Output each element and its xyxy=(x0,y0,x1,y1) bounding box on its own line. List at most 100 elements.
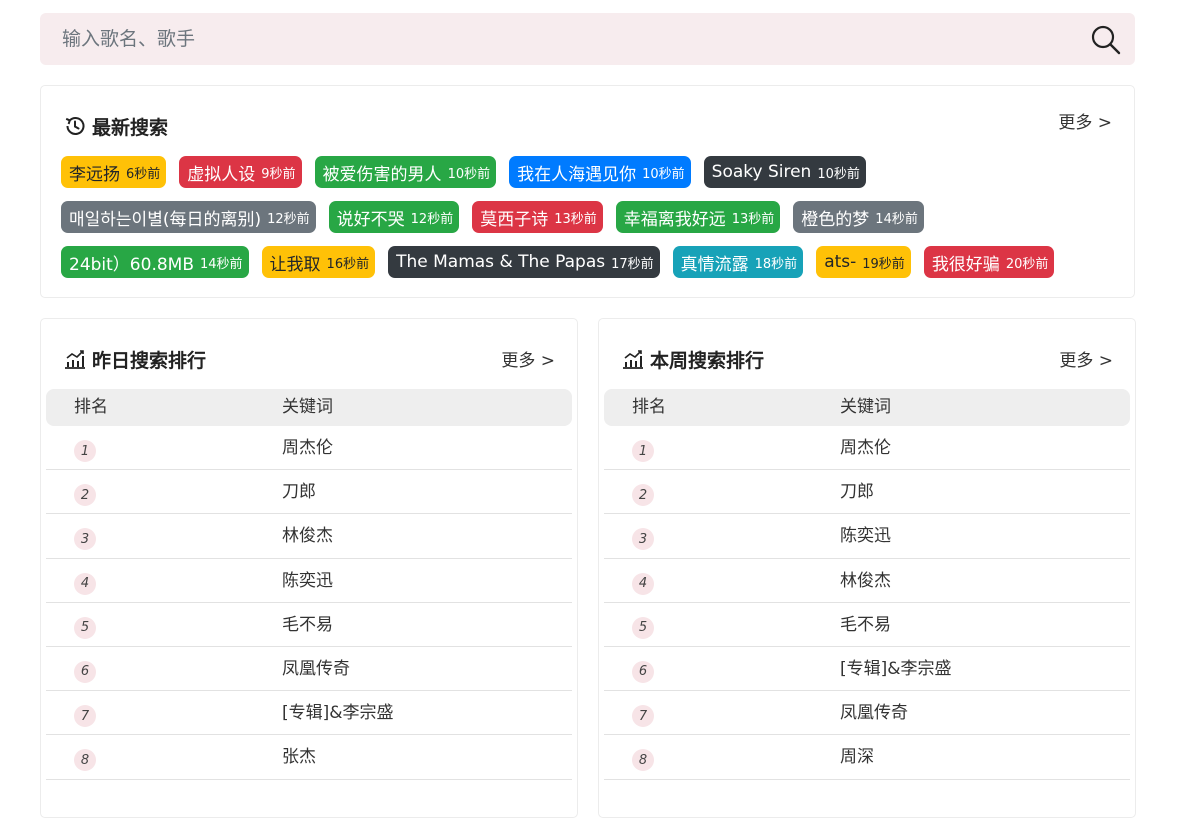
rank-keyword[interactable]: 凤凰传奇 xyxy=(840,691,908,735)
rank-keyword[interactable]: 陈奕迅 xyxy=(282,559,333,603)
tag-time: 19秒前 xyxy=(862,256,905,272)
history-icon xyxy=(63,114,87,138)
table-row: 3 陈奕迅 xyxy=(604,514,1130,559)
recent-search-card: 最新搜索 更多 > 李远扬 6秒前 虚拟人设 9秒前 被爱伤害的男人 10秒前 我在人海遇见… xyxy=(40,85,1135,298)
search-icon xyxy=(1091,25,1121,55)
rank-keyword[interactable]: [专辑]&李宗盛 xyxy=(840,647,952,691)
week-rank-table: 排名 关键词 1 周杰伦 2 刀郎 3 陈奕迅 4 林俊杰 5 毛不易 6 [专辑]&李宗盛 7 凤凰传奇… xyxy=(604,389,1130,780)
tag-time: 12秒前 xyxy=(267,211,310,227)
recent-more-link[interactable]: 更多 > xyxy=(1058,108,1112,133)
recent-search-tag[interactable]: 真情流露 18秒前 xyxy=(672,246,804,278)
rank-keyword[interactable]: [专辑]&李宗盛 xyxy=(282,691,394,735)
recent-search-header: 最新搜索 xyxy=(63,113,168,139)
tag-keyword: 我很好骗 xyxy=(931,254,1000,275)
table-row: 6 [专辑]&李宗盛 xyxy=(604,647,1130,692)
rank-number-badge: 4 xyxy=(632,572,654,595)
yesterday-more-link[interactable]: 更多 > xyxy=(501,346,555,371)
table-row: 7 凤凰传奇 xyxy=(604,691,1130,736)
tag-time: 10秒前 xyxy=(642,166,685,182)
tag-time: 9秒前 xyxy=(261,166,296,182)
table-header: 排名 关键词 xyxy=(46,389,572,426)
rank-number-badge: 5 xyxy=(632,616,654,639)
tag-keyword: Soaky Siren xyxy=(711,162,812,182)
tag-keyword: 真情流露 xyxy=(680,254,749,275)
recent-search-tag[interactable]: 说好不哭 12秒前 xyxy=(328,201,460,233)
col-rank-header: 排名 xyxy=(74,397,108,417)
recent-search-tag[interactable]: ats- 19秒前 xyxy=(816,246,911,278)
table-row: 8 张杰 xyxy=(46,735,572,780)
week-more-link[interactable]: 更多 > xyxy=(1059,346,1113,371)
tag-keyword: The Mamas & The Papas xyxy=(396,252,606,272)
rank-number-badge: 7 xyxy=(74,705,96,728)
col-rank-header: 排名 xyxy=(632,397,666,417)
tag-keyword: 매일하는이별(每日的离别) xyxy=(69,209,262,230)
rank-number-badge: 6 xyxy=(632,660,654,683)
table-row: 5 毛不易 xyxy=(604,603,1130,647)
rank-keyword[interactable]: 刀郎 xyxy=(282,470,316,514)
col-keyword-header: 关键词 xyxy=(282,397,333,417)
col-keyword-header: 关键词 xyxy=(840,397,891,417)
recent-search-title: 最新搜索 xyxy=(92,116,169,139)
recent-search-tag[interactable]: 橙色的梦 14秒前 xyxy=(793,201,924,233)
table-row: 6 凤凰传奇 xyxy=(46,647,572,692)
tag-keyword: 虚拟人设 xyxy=(187,164,256,185)
chart-icon xyxy=(63,347,87,371)
rank-keyword[interactable]: 林俊杰 xyxy=(282,514,333,558)
rank-number-badge: 3 xyxy=(632,528,654,551)
tag-keyword: 让我取 xyxy=(269,254,321,275)
rank-keyword[interactable]: 毛不易 xyxy=(282,603,333,647)
rank-keyword[interactable]: 凤凰传奇 xyxy=(282,647,350,691)
tag-time: 14秒前 xyxy=(200,256,243,272)
search-bar xyxy=(40,13,1135,65)
tag-time: 10秒前 xyxy=(447,166,491,182)
recent-search-tag[interactable]: 我在人海遇见你 10秒前 xyxy=(509,156,691,188)
search-button[interactable] xyxy=(1089,23,1123,57)
rank-number-badge: 7 xyxy=(632,705,654,728)
tag-time: 14秒前 xyxy=(875,211,918,227)
rank-keyword[interactable]: 陈奕迅 xyxy=(840,514,891,558)
table-row: 8 周深 xyxy=(604,735,1130,780)
table-row: 5 毛不易 xyxy=(46,603,572,647)
yesterday-rank-header: 昨日搜索排行 xyxy=(63,346,206,372)
recent-search-tag[interactable]: 24bit）60.8MB 14秒前 xyxy=(61,246,249,278)
rank-keyword[interactable]: 周杰伦 xyxy=(282,426,333,470)
tag-time: 20秒前 xyxy=(1005,256,1049,272)
rank-keyword[interactable]: 毛不易 xyxy=(840,603,891,647)
rank-number-badge: 1 xyxy=(632,440,654,462)
rank-keyword[interactable]: 周杰伦 xyxy=(840,426,891,470)
recent-search-tag[interactable]: 매일하는이별(每日的离别) 12秒前 xyxy=(61,201,316,233)
recent-search-tag[interactable]: 我很好骗 20秒前 xyxy=(923,246,1055,278)
week-rank-header: 本周搜索排行 xyxy=(621,346,764,372)
recent-search-tag[interactable]: 虚拟人设 9秒前 xyxy=(179,156,302,188)
recent-search-tag[interactable]: 李远扬 6秒前 xyxy=(61,156,167,188)
week-rank-card: 本周搜索排行 更多 > 排名 关键词 1 周杰伦 2 刀郎 3 陈奕迅 4 林俊杰 5 毛不易 6 [… xyxy=(598,318,1136,818)
recent-search-tag[interactable]: 被爱伤害的男人 10秒前 xyxy=(314,156,497,188)
rank-keyword[interactable]: 刀郎 xyxy=(840,470,874,514)
rank-number-badge: 2 xyxy=(632,484,654,507)
recent-search-tag[interactable]: 幸福离我好远 13秒前 xyxy=(615,201,781,233)
rank-keyword[interactable]: 张杰 xyxy=(282,735,316,779)
rank-keyword[interactable]: 周深 xyxy=(840,735,874,779)
tag-keyword: 说好不哭 xyxy=(336,209,405,230)
tag-keyword: 莫西子诗 xyxy=(480,209,549,230)
recent-search-tag[interactable]: 莫西子诗 13秒前 xyxy=(472,201,603,233)
recent-search-tag[interactable]: Soaky Siren 10秒前 xyxy=(703,156,866,188)
rank-number-badge: 3 xyxy=(74,528,96,551)
tag-time: 12秒前 xyxy=(410,211,454,227)
table-row: 3 林俊杰 xyxy=(46,514,572,559)
tag-keyword: 24bit）60.8MB xyxy=(69,254,194,275)
rank-number-badge: 4 xyxy=(74,572,96,595)
recent-search-tag[interactable]: The Mamas & The Papas 17秒前 xyxy=(388,246,660,278)
rank-keyword[interactable]: 林俊杰 xyxy=(840,559,891,603)
tag-keyword: ats- xyxy=(824,252,857,272)
search-input[interactable] xyxy=(40,13,1080,65)
tag-time: 17秒前 xyxy=(611,256,654,272)
yesterday-rank-card: 昨日搜索排行 更多 > 排名 关键词 1 周杰伦 2 刀郎 3 林俊杰 4 陈奕迅 5 毛不易 6 凤… xyxy=(40,318,578,818)
tag-keyword: 橙色的梦 xyxy=(801,209,870,230)
rank-number-badge: 8 xyxy=(74,749,96,772)
tag-time: 18秒前 xyxy=(754,256,798,272)
table-row: 7 [专辑]&李宗盛 xyxy=(46,691,572,736)
recent-search-tags: 李远扬 6秒前 虚拟人设 9秒前 被爱伤害的男人 10秒前 我在人海遇见你 10秒前 Soaky… xyxy=(61,156,1121,278)
recent-search-tag[interactable]: 让我取 16秒前 xyxy=(261,246,376,278)
chart-icon xyxy=(621,347,645,371)
